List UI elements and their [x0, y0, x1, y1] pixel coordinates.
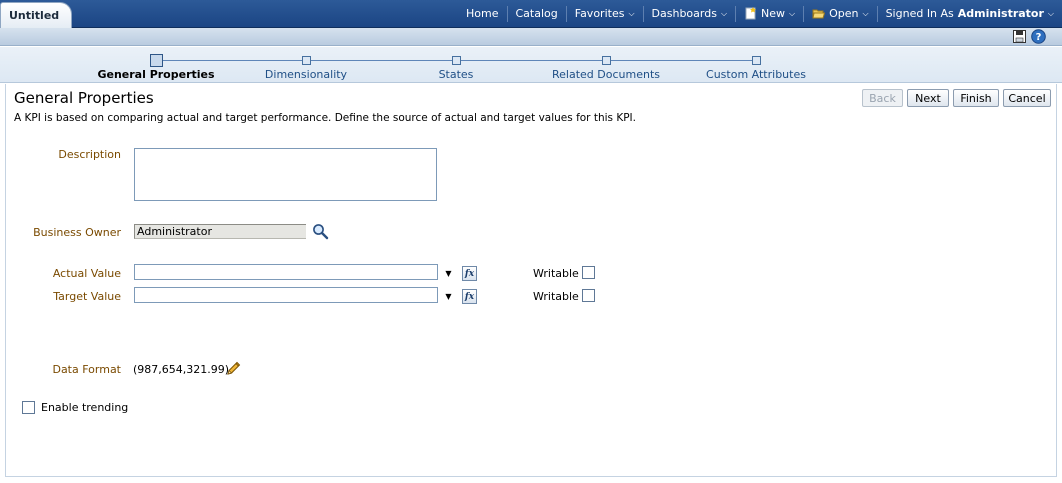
enable-trending-checkbox[interactable] [22, 401, 35, 414]
document-tab[interactable]: Untitled [0, 2, 72, 29]
nav-dashboards-menu[interactable]: Dashboards ⌵ [642, 5, 736, 22]
nav-home-label: Home [466, 6, 499, 20]
page-description: A KPI is based on comparing actual and t… [14, 112, 636, 124]
data-format-value: (987,654,321.99) [133, 363, 230, 376]
back-button[interactable]: Back [862, 89, 903, 107]
actual-value-dropdown-icon[interactable]: ▼ [442, 267, 455, 280]
actual-value-formula-icon[interactable]: fx [462, 266, 477, 281]
train-step-states[interactable]: States [439, 68, 474, 81]
save-icon[interactable] [1012, 29, 1027, 44]
folder-open-icon [812, 9, 826, 19]
target-value-label: Target Value [53, 290, 121, 303]
cancel-button[interactable]: Cancel [1003, 89, 1051, 107]
chevron-down-icon: ⌵ [1047, 8, 1054, 18]
data-format-label: Data Format [52, 363, 121, 376]
target-value-formula-icon[interactable]: fx [462, 289, 477, 304]
global-header: Untitled Home Catalog Favorites ⌵ Dashboa… [0, 0, 1062, 29]
target-writable-checkbox[interactable] [582, 289, 595, 302]
nav-dashboards-label: Dashboards [651, 6, 717, 20]
target-value-combobox[interactable] [134, 287, 438, 303]
actual-value-combobox[interactable] [134, 264, 438, 280]
nav-favorites-menu[interactable]: Favorites ⌵ [565, 5, 643, 22]
wizard-content: General Properties A KPI is based on com… [5, 84, 1057, 477]
chevron-down-icon: ⌵ [720, 8, 728, 18]
description-label: Description [58, 148, 121, 161]
page-title: General Properties [14, 89, 154, 107]
business-owner-field[interactable]: Administrator [134, 224, 306, 239]
next-button[interactable]: Next [907, 89, 949, 107]
actual-value-label: Actual Value [52, 267, 121, 280]
nav-open-label: Open [829, 6, 859, 20]
finish-button[interactable]: Finish [953, 89, 999, 107]
chevron-down-icon: ⌵ [628, 8, 635, 18]
signed-in-label: Signed In As [885, 6, 954, 20]
chevron-down-icon: ⌵ [862, 8, 869, 18]
train-step-custom-attributes[interactable]: Custom Attributes [706, 68, 806, 81]
new-document-icon [745, 7, 757, 20]
nav-favorites-label: Favorites [574, 6, 625, 20]
nav-catalog-link[interactable]: Catalog [506, 5, 566, 22]
pencil-icon[interactable] [225, 360, 242, 377]
nav-home-link[interactable]: Home [458, 6, 506, 22]
svg-text:?: ? [1036, 32, 1042, 43]
nav-new-label: New [761, 6, 786, 20]
actual-writable-checkbox[interactable] [582, 266, 595, 279]
nav-catalog-label: Catalog [515, 6, 558, 20]
help-icon[interactable]: ? [1031, 29, 1046, 44]
train-step-dimensionality[interactable]: Dimensionality [265, 68, 347, 81]
train-stop-related-documents[interactable] [602, 56, 611, 65]
target-writable-label: Writable [533, 290, 579, 303]
search-icon[interactable] [312, 223, 329, 240]
actual-writable-label: Writable [533, 267, 579, 280]
target-value-dropdown-icon[interactable]: ▼ [442, 290, 455, 303]
description-textarea[interactable] [134, 148, 437, 201]
train-stop-states[interactable] [452, 56, 461, 65]
nav-new-menu[interactable]: New ⌵ [735, 5, 803, 22]
nav-open-menu[interactable]: Open ⌵ [803, 5, 876, 22]
train-step-related-documents[interactable]: Related Documents [552, 68, 660, 81]
train-stop-dimensionality[interactable] [302, 56, 311, 65]
enable-trending-label: Enable trending [41, 401, 129, 414]
train-stop-general-properties[interactable] [150, 54, 163, 67]
nav-user-menu[interactable]: Signed In As Administrator ⌵ [876, 5, 1062, 22]
document-tab-title: Untitled [9, 9, 60, 22]
chevron-down-icon: ⌵ [789, 8, 796, 18]
signed-in-user: Administrator [957, 6, 1044, 20]
wizard-train: General Properties Dimensionality States… [0, 47, 1062, 83]
business-owner-label: Business Owner [33, 226, 121, 239]
global-nav: Home Catalog Favorites ⌵ Dashboards ⌵ New ⌵… [458, 0, 1062, 27]
train-step-general-properties[interactable]: General Properties [97, 68, 214, 81]
train-stop-custom-attributes[interactable] [752, 56, 761, 65]
editor-toolbar: ? [0, 28, 1062, 46]
